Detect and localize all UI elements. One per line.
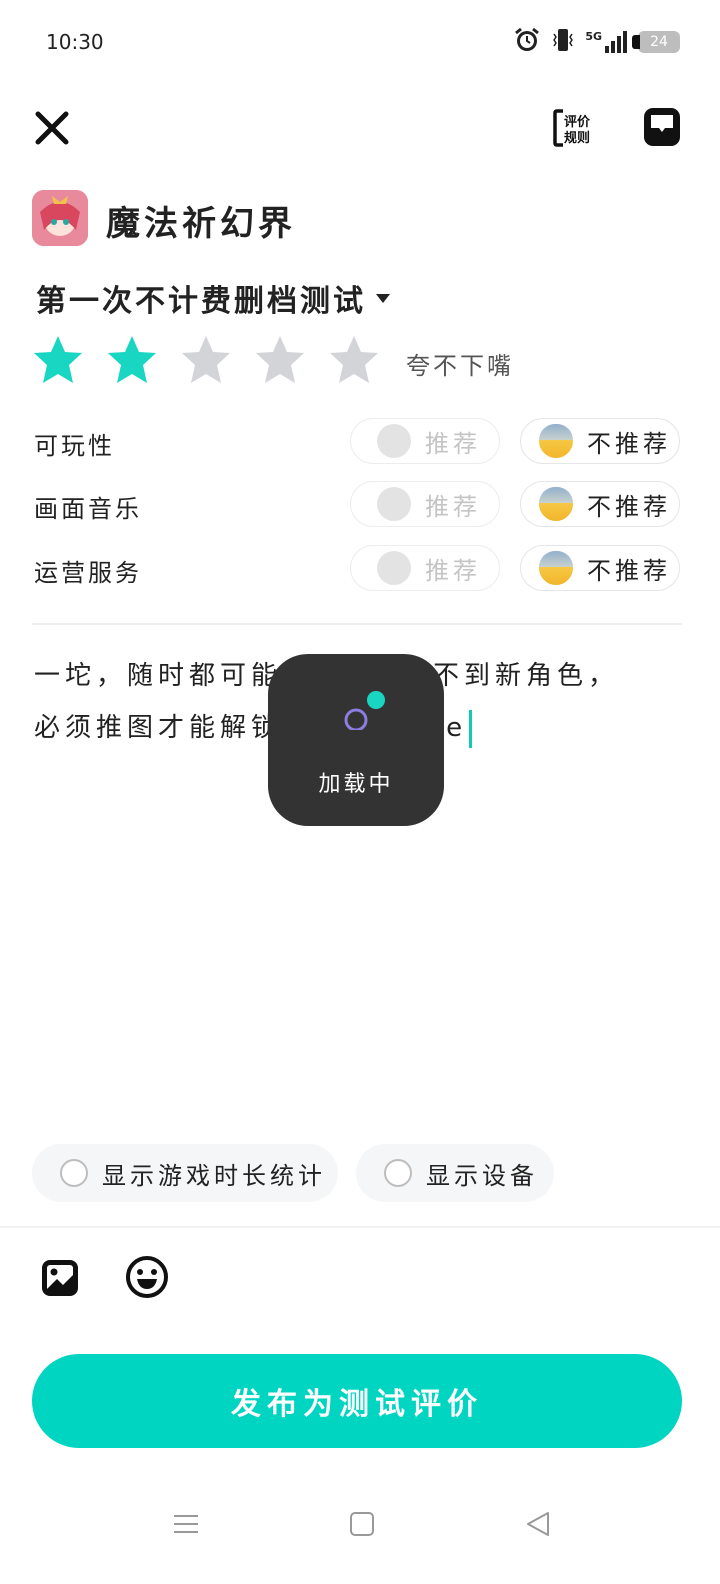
- battery-icon: 24: [632, 31, 680, 53]
- system-nav-bar: [0, 1496, 720, 1556]
- recommend-label: 推荐: [425, 429, 481, 458]
- star-empty-icon[interactable]: [328, 334, 380, 386]
- show-playtime-toggle[interactable]: 显示游戏时长统计: [32, 1144, 338, 1202]
- not-recommend-label: 不推荐: [587, 556, 671, 585]
- caret-down-icon: [376, 293, 390, 303]
- show-device-toggle[interactable]: 显示设备: [356, 1144, 554, 1202]
- emoji-icon: [126, 1256, 168, 1298]
- smile-emoji-icon: [377, 424, 411, 458]
- text-cursor: [469, 709, 473, 748]
- home-icon[interactable]: [348, 1510, 376, 1538]
- star-filled-icon[interactable]: [32, 334, 84, 386]
- star-rating[interactable]: [32, 334, 380, 386]
- vibrate-icon: [551, 26, 575, 58]
- status-icons: 5G 24: [513, 26, 680, 58]
- message-button[interactable]: [640, 104, 684, 150]
- recommend-button[interactable]: 推荐: [350, 481, 500, 527]
- battery-level: 24: [650, 34, 668, 50]
- status-time: 10:30: [46, 30, 104, 54]
- category-label: 画面音乐: [34, 495, 142, 523]
- radio-icon: [60, 1159, 88, 1187]
- alarm-icon: [513, 26, 541, 58]
- not-recommend-button[interactable]: 不推荐: [520, 481, 680, 527]
- version-label: 第一次不计费删档测试: [36, 284, 366, 319]
- back-icon[interactable]: [524, 1510, 552, 1538]
- smile-emoji-icon: [377, 487, 411, 521]
- svg-text:规则: 规则: [564, 130, 590, 146]
- rating-text: 夸不下嘴: [406, 352, 514, 380]
- loading-text: 加载中: [318, 772, 394, 797]
- chat-icon: [644, 108, 680, 146]
- version-selector[interactable]: 第一次不计费删档测试: [36, 276, 390, 320]
- worried-emoji-icon: [539, 424, 573, 458]
- game-icon: [32, 190, 88, 246]
- loading-spinner-icon: [344, 691, 385, 730]
- image-icon: [42, 1260, 78, 1296]
- not-recommend-label: 不推荐: [587, 492, 671, 521]
- category-label: 运营服务: [34, 559, 142, 587]
- divider: [32, 623, 682, 625]
- not-recommend-label: 不推荐: [587, 429, 671, 458]
- radio-icon: [384, 1159, 412, 1187]
- show-device-label: 显示设备: [426, 1161, 538, 1190]
- network-type: 5G: [585, 30, 602, 43]
- recommend-label: 推荐: [425, 492, 481, 521]
- not-recommend-button[interactable]: 不推荐: [520, 545, 680, 591]
- recommend-button[interactable]: 推荐: [350, 545, 500, 591]
- insert-emoji-button[interactable]: [124, 1254, 170, 1300]
- signal-5g-icon: 5G: [585, 30, 628, 54]
- recommend-button[interactable]: 推荐: [350, 418, 500, 464]
- worried-emoji-icon: [539, 487, 573, 521]
- worried-emoji-icon: [539, 551, 573, 585]
- not-recommend-button[interactable]: 不推荐: [520, 418, 680, 464]
- svg-text:评价: 评价: [564, 115, 591, 130]
- review-line-2-part-a: 必须推图才能解锁: [34, 713, 283, 743]
- toolbar-divider: [0, 1226, 720, 1228]
- review-line-1-part-a: 一坨，随时都可能: [34, 661, 283, 691]
- star-empty-icon[interactable]: [254, 334, 306, 386]
- recommend-label: 推荐: [425, 556, 481, 585]
- close-icon: [35, 111, 69, 145]
- menu-icon[interactable]: [172, 1510, 200, 1538]
- rules-icon: 评价 规则: [553, 109, 591, 147]
- smile-emoji-icon: [377, 551, 411, 585]
- star-empty-icon[interactable]: [180, 334, 232, 386]
- loading-toast: 加载中: [268, 654, 444, 826]
- star-filled-icon[interactable]: [106, 334, 158, 386]
- insert-image-button[interactable]: [38, 1256, 82, 1300]
- category-label: 可玩性: [34, 432, 115, 460]
- publish-button[interactable]: 发布为测试评价: [32, 1354, 682, 1448]
- show-playtime-label: 显示游戏时长统计: [102, 1161, 326, 1190]
- game-name: 魔法祈幻界: [106, 204, 296, 244]
- rules-button[interactable]: 评价 规则: [552, 106, 600, 150]
- close-button[interactable]: [30, 106, 74, 150]
